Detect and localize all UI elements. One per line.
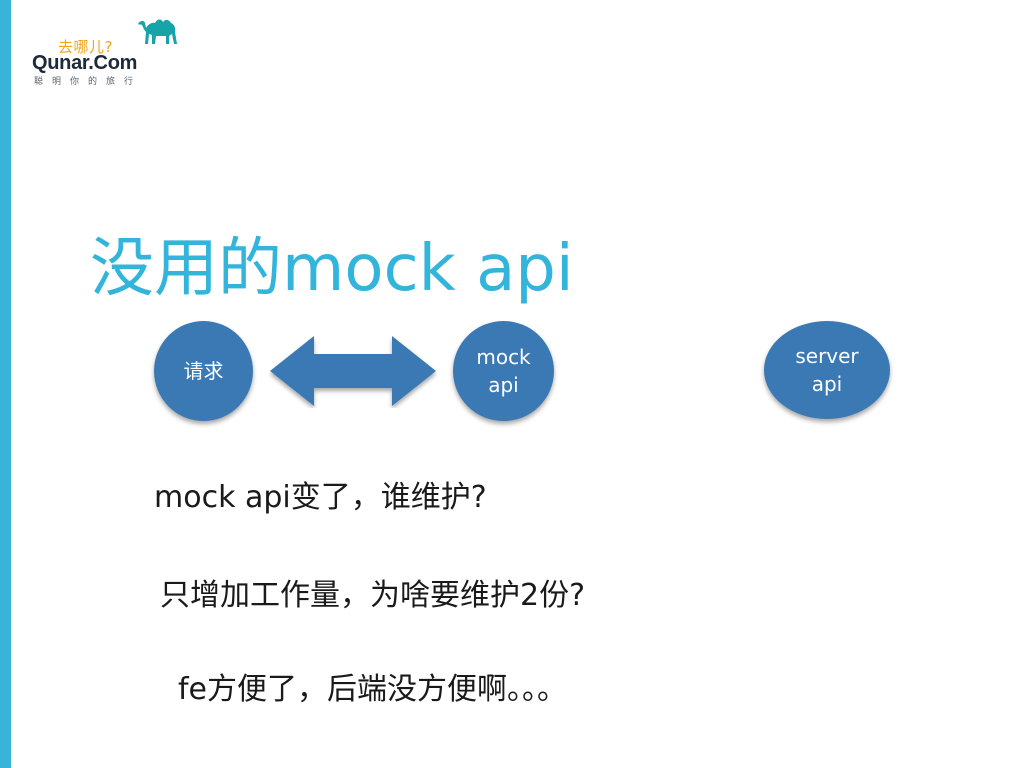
slide-title: 没用的mock api: [90, 231, 574, 306]
server-api-node: server api: [764, 321, 890, 419]
server-api-node-label: server api: [795, 344, 859, 396]
double-headed-arrow: [270, 336, 436, 406]
camel-icon: [138, 19, 177, 44]
slide: 去哪儿? Qunar.Com 聪明你的旅行 没用的mock api 请求 moc…: [0, 0, 1024, 768]
left-accent-stripe: [0, 0, 11, 768]
logo-brand: Qunar.Com: [32, 52, 138, 74]
body-line-1: mock api变了，谁维护?: [154, 480, 487, 515]
request-node-label: 请求: [183, 359, 224, 383]
request-node: 请求: [154, 321, 253, 421]
logo-slogan: 聪明你的旅行: [34, 77, 143, 87]
body-line-2: 只增加工作量，为啥要维护2份?: [160, 578, 586, 613]
body-line-3: fe方便了，后端没方便啊。。。: [178, 672, 568, 707]
mock-api-node-label: mock api: [476, 345, 531, 397]
mock-api-node: mock api: [453, 321, 554, 421]
qunar-logo: 去哪儿? Qunar.Com 聪明你的旅行: [30, 14, 190, 90]
